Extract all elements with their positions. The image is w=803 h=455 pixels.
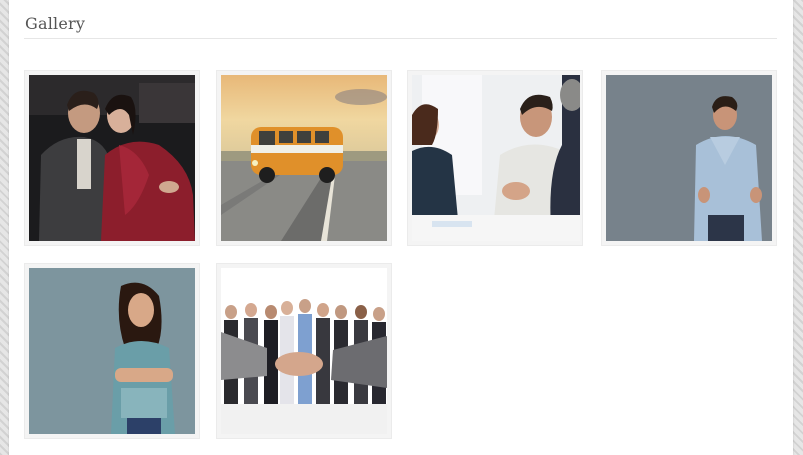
couple-in-car-photo (29, 75, 195, 241)
gallery-title: Gallery (25, 14, 86, 33)
gallery-thumbnail-5[interactable] (24, 263, 200, 439)
gallery-thumbnail-2[interactable] (216, 70, 392, 246)
gallery-thumbnail-6[interactable] (216, 263, 392, 439)
gallery-thumbnail-4[interactable] (601, 70, 777, 246)
woman-smiling-portrait-photo (29, 268, 195, 434)
gallery-thumbnail-1[interactable] (24, 70, 200, 246)
gallery-thumbnail-3[interactable] (407, 70, 583, 246)
title-divider (24, 38, 777, 39)
man-blue-shirt-portrait-photo (606, 75, 772, 241)
vintage-bus-on-road-photo (221, 75, 387, 241)
business-handshake-meeting-photo (412, 75, 580, 241)
business-team-handshake-photo (221, 268, 387, 434)
gallery-panel: Gallery (9, 0, 793, 455)
